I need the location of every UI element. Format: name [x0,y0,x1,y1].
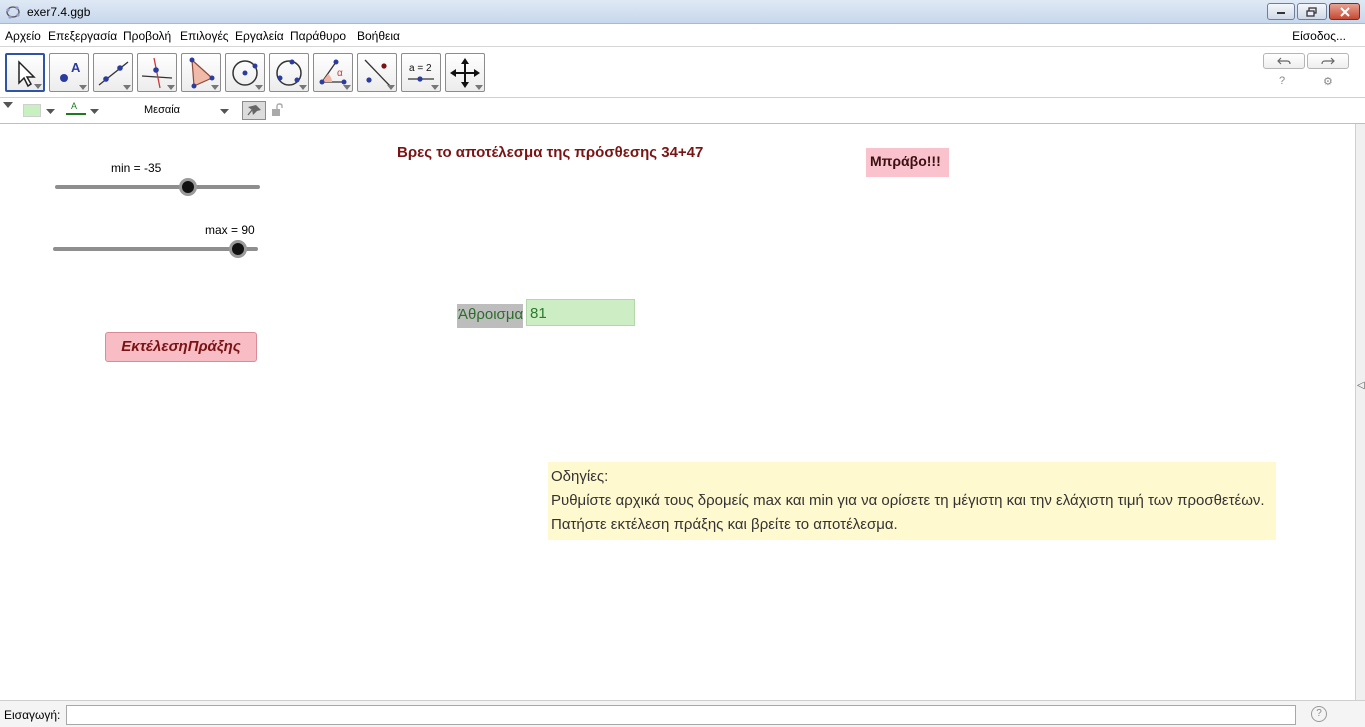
sum-label: Άθροισμα [457,304,524,328]
task-headline: Βρες το αποτέλεσμα της πρόσθεσης 34+47 [397,144,704,161]
side-panel-toggle[interactable]: ◁ [1355,124,1365,700]
undo-button[interactable] [1263,53,1305,69]
menu-view[interactable]: Προβολή [123,29,171,43]
menu-bar: Αρχείο Επεξεργασία Προβολή Επιλογές Εργα… [0,24,1365,47]
execute-operation-button[interactable]: ΕκτέλεσηΠράξης [105,332,257,362]
size-select-value[interactable]: Μεσαία [144,104,180,116]
slider-min-knob[interactable] [179,178,198,196]
color-swatch-button[interactable] [23,104,41,117]
input-bar: Εισαγωγή: ? [0,700,1365,727]
pin-button[interactable] [242,101,266,120]
instructions-line-1: Ρυθμίστε αρχικά τους δρομείς max και min… [551,492,1265,509]
point-tool-button[interactable]: A [49,53,89,92]
sum-input[interactable]: 81 [526,299,635,326]
menu-edit[interactable]: Επεξεργασία [48,29,117,43]
chevron-down-icon[interactable] [90,109,99,114]
menu-window[interactable]: Παράθυρο [290,29,346,43]
close-button[interactable] [1329,3,1360,20]
menu-file[interactable]: Αρχείο [5,29,41,43]
toolbar: A α a = 2 ? ⚙ [0,47,1365,98]
toolbar-help-icon[interactable]: ? [1279,75,1285,87]
move-tool-button[interactable] [5,53,45,92]
minimize-button[interactable] [1267,3,1295,20]
line-tool-button[interactable] [93,53,133,92]
slider-min-label: min = -35 [111,161,162,175]
restore-icon [1306,6,1317,17]
command-input[interactable] [66,705,1296,725]
menu-help[interactable]: Βοήθεια [357,29,400,43]
move-graphics-tool-button[interactable] [445,53,485,92]
signin-link[interactable]: Είσοδος... [1292,29,1346,43]
reflect-tool-button[interactable] [357,53,397,92]
polygon-tool-button[interactable] [181,53,221,92]
circle-center-tool-button[interactable] [225,53,265,92]
lock-icon[interactable] [271,103,283,117]
close-icon [1339,6,1350,17]
minimize-icon [1277,11,1285,14]
graphics-view[interactable]: min = -35 max = 90 Βρες το αποτέλεσμα τη… [0,124,1355,700]
text-color-underline [66,113,86,115]
input-help-icon[interactable]: ? [1311,706,1327,722]
size-select-chevron-icon[interactable] [220,109,229,114]
redo-icon [1321,57,1335,65]
title-bar: exer7.4.ggb [0,0,1365,24]
pin-icon [247,105,261,116]
settings-gear-icon[interactable]: ⚙ [1323,75,1333,88]
perpendicular-tool-button[interactable] [137,53,177,92]
bravo-message: Μπράβο!!! [866,148,949,177]
geogebra-logo-icon [6,6,20,19]
svg-text:a = 2: a = 2 [409,63,432,74]
slider-max-track[interactable] [53,247,258,251]
slider-max-label: max = 90 [205,223,255,237]
collapse-arrow-icon: ◁ [1357,380,1365,391]
svg-text:α: α [337,68,343,79]
angle-tool-button[interactable]: α [313,53,353,92]
instructions-line-2: Πατήστε εκτέλεση πράξης και βρείτε το απ… [551,516,898,533]
instructions-title: Οδηγίες: [551,468,609,485]
redo-button[interactable] [1307,53,1349,69]
undo-icon [1277,57,1291,65]
geogebra-window: exer7.4.ggb Αρχείο Επεξεργασία Προβολή Ε… [0,0,1365,727]
slider-tool-button[interactable]: a = 2 [401,53,441,92]
text-color-button[interactable]: A [66,101,86,116]
instructions-box: Οδηγίες: Ρυθμίστε αρχικά τους δρομείς ma… [548,462,1276,540]
menu-tools[interactable]: Εργαλεία [235,29,284,43]
slider-max-knob[interactable] [228,240,247,258]
style-bar: A Μεσαία [0,98,1365,124]
chevron-down-icon[interactable] [46,109,55,114]
circle-three-points-tool-button[interactable] [269,53,309,92]
menu-options[interactable]: Επιλογές [180,29,229,43]
text-color-letter: A [71,101,78,111]
window-title: exer7.4.ggb [27,5,91,19]
stylebar-toggle-icon[interactable] [3,102,13,108]
color-swatch [24,105,40,116]
svg-text:A: A [71,60,81,75]
slider-min-track[interactable] [55,185,260,189]
restore-button[interactable] [1297,3,1327,20]
input-label: Εισαγωγή: [4,708,61,722]
